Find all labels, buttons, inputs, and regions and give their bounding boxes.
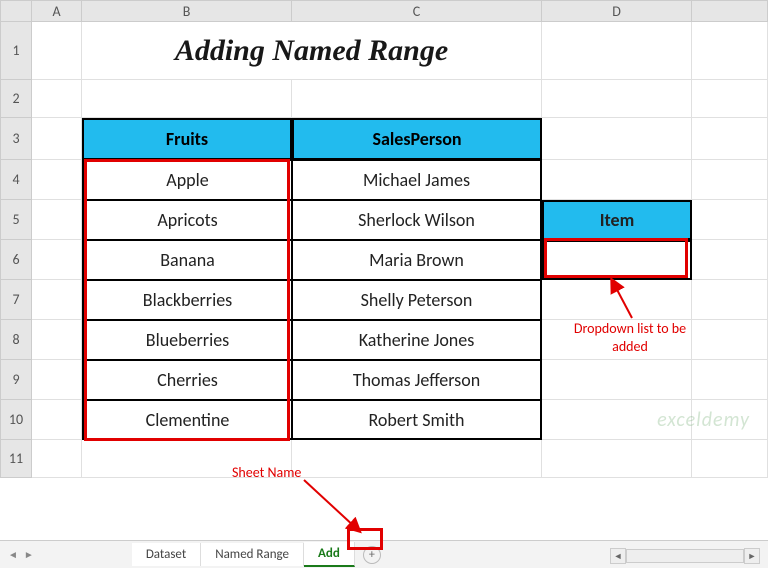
header-fruits[interactable]: Fruits: [82, 118, 292, 160]
col-header-d[interactable]: D: [542, 0, 692, 22]
tab-add[interactable]: Add: [304, 542, 355, 567]
sheet-tab-bar: ◄ ► Dataset Named Range Add + ◄ ►: [0, 540, 768, 568]
cell-fruit-6[interactable]: Clementine: [82, 400, 292, 440]
cell-d2[interactable]: [542, 80, 692, 118]
cell-e1[interactable]: [692, 22, 768, 80]
scroll-left-icon[interactable]: ◄: [610, 548, 626, 564]
cell-a10[interactable]: [32, 400, 82, 440]
col-header-c[interactable]: C: [292, 0, 542, 22]
horizontal-scrollbar[interactable]: ◄ ►: [610, 548, 760, 564]
cell-e3[interactable]: [692, 118, 768, 160]
cell-sales-3[interactable]: Shelly Peterson: [292, 280, 542, 320]
cell-e11[interactable]: [692, 440, 768, 478]
cell-item-dropdown[interactable]: [542, 240, 692, 280]
header-item[interactable]: Item: [542, 200, 692, 240]
cell-sales-0[interactable]: Michael James: [292, 160, 542, 200]
watermark: exceldemy: [657, 408, 750, 432]
cell-a8[interactable]: [32, 320, 82, 360]
cell-a4[interactable]: [32, 160, 82, 200]
row-header-11[interactable]: 11: [0, 440, 32, 478]
row-header-8[interactable]: 8: [0, 320, 32, 360]
tab-named-range[interactable]: Named Range: [201, 543, 304, 566]
cell-d7[interactable]: [542, 280, 692, 320]
cell-fruit-2[interactable]: Banana: [82, 240, 292, 280]
cell-fruit-5[interactable]: Cherries: [82, 360, 292, 400]
cell-sales-5[interactable]: Thomas Jefferson: [292, 360, 542, 400]
cell-a9[interactable]: [32, 360, 82, 400]
col-header-e[interactable]: [692, 0, 768, 22]
cell-e8[interactable]: [692, 320, 768, 360]
cell-fruit-0[interactable]: Apple: [82, 160, 292, 200]
tab-nav-prev-icon[interactable]: ◄: [8, 548, 18, 561]
row-header-5[interactable]: 5: [0, 200, 32, 240]
col-header-b[interactable]: B: [82, 0, 292, 22]
cell-e6[interactable]: [692, 240, 768, 280]
cell-sales-1[interactable]: Sherlock Wilson: [292, 200, 542, 240]
cell-e2[interactable]: [692, 80, 768, 118]
cell-a6[interactable]: [32, 240, 82, 280]
cell-fruit-1[interactable]: Apricots: [82, 200, 292, 240]
cell-a5[interactable]: [32, 200, 82, 240]
row-header-6[interactable]: 6: [0, 240, 32, 280]
row-header-7[interactable]: 7: [0, 280, 32, 320]
row-header-2[interactable]: 2: [0, 80, 32, 118]
row-header-3[interactable]: 3: [0, 118, 32, 160]
row-header-4[interactable]: 4: [0, 160, 32, 200]
scroll-right-icon[interactable]: ►: [744, 548, 760, 564]
col-header-a[interactable]: A: [32, 0, 82, 22]
cell-a3[interactable]: [32, 118, 82, 160]
cell-e5[interactable]: [692, 200, 768, 240]
cell-d9[interactable]: [542, 360, 692, 400]
cell-sales-2[interactable]: Maria Brown: [292, 240, 542, 280]
select-all-corner[interactable]: [0, 0, 32, 22]
cell-a7[interactable]: [32, 280, 82, 320]
cell-c11[interactable]: [292, 440, 542, 478]
spreadsheet-grid: A B C D 1 Adding Named Range 2 3 Fruits …: [0, 0, 768, 540]
tab-nav-next-icon[interactable]: ►: [24, 548, 34, 561]
header-salesperson[interactable]: SalesPerson: [292, 118, 542, 160]
cell-d4[interactable]: [542, 160, 692, 200]
cell-fruit-3[interactable]: Blackberries: [82, 280, 292, 320]
cell-e4[interactable]: [692, 160, 768, 200]
cell-e9[interactable]: [692, 360, 768, 400]
row-header-10[interactable]: 10: [0, 400, 32, 440]
cell-b2[interactable]: [82, 80, 292, 118]
title-cell[interactable]: Adding Named Range: [82, 22, 542, 80]
cell-a11[interactable]: [32, 440, 82, 478]
cell-sales-6[interactable]: Robert Smith: [292, 400, 542, 440]
new-sheet-button[interactable]: +: [363, 546, 381, 564]
cell-d3[interactable]: [542, 118, 692, 160]
row-header-1[interactable]: 1: [0, 22, 32, 80]
cell-a1[interactable]: [32, 22, 82, 80]
row-header-9[interactable]: 9: [0, 360, 32, 400]
cell-d1[interactable]: [542, 22, 692, 80]
cell-fruit-4[interactable]: Blueberries: [82, 320, 292, 360]
annotation-dropdown: Dropdown list to be added: [570, 320, 690, 356]
cell-d11[interactable]: [542, 440, 692, 478]
tab-nav: ◄ ►: [0, 548, 42, 561]
cell-sales-4[interactable]: Katherine Jones: [292, 320, 542, 360]
cell-c2[interactable]: [292, 80, 542, 118]
cell-e7[interactable]: [692, 280, 768, 320]
cell-a2[interactable]: [32, 80, 82, 118]
tab-dataset[interactable]: Dataset: [132, 543, 201, 566]
scroll-track[interactable]: [626, 549, 744, 563]
annotation-sheetname: Sheet Name: [232, 464, 301, 481]
